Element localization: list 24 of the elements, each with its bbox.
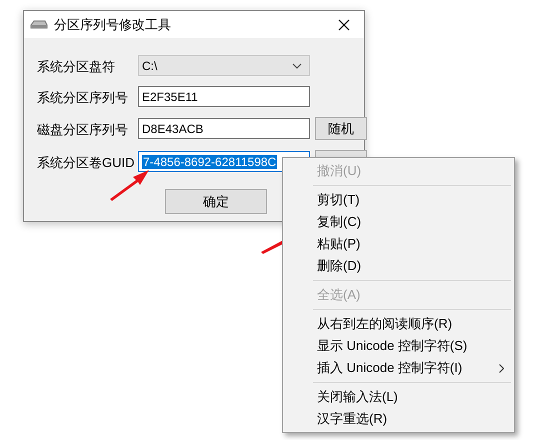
chevron-down-icon [292,62,302,68]
drive-dropdown[interactable]: C:\ [138,55,310,76]
menu-item[interactable]: 关闭输入法(L) [283,386,514,408]
text-field[interactable]: E2F35E11 [138,86,310,107]
menu-item[interactable]: 汉字重选(R) [283,408,514,430]
menu-item[interactable]: 粘贴(P) [283,233,514,255]
menu-item[interactable]: 删除(D) [283,255,514,277]
field-label: 磁盘分区序列号 [37,121,129,139]
menu-item[interactable]: 插入 Unicode 控制字符(I) [283,357,514,379]
field-label: 系统分区序列号 [37,89,129,107]
ok-button[interactable]: 确定 [165,189,267,214]
window-title: 分区序列号修改工具 [54,16,172,34]
field-label: 系统分区盘符 [37,58,116,76]
annotation-arrow [108,169,150,201]
menu-item[interactable]: 从右到左的阅读顺序(R) [283,313,514,335]
chevron-right-icon [499,364,504,372]
text-field[interactable]: D8E43ACB [138,118,310,139]
drive-icon [30,20,48,30]
menu-item[interactable]: 复制(C) [283,211,514,233]
menu-item[interactable]: 显示 Unicode 控制字符(S) [283,335,514,357]
field-label: 系统分区卷GUID [37,154,133,172]
menu-item[interactable]: 剪切(T) [283,189,514,211]
close-icon[interactable] [338,18,350,30]
random-button[interactable]: 随机 [315,117,367,140]
